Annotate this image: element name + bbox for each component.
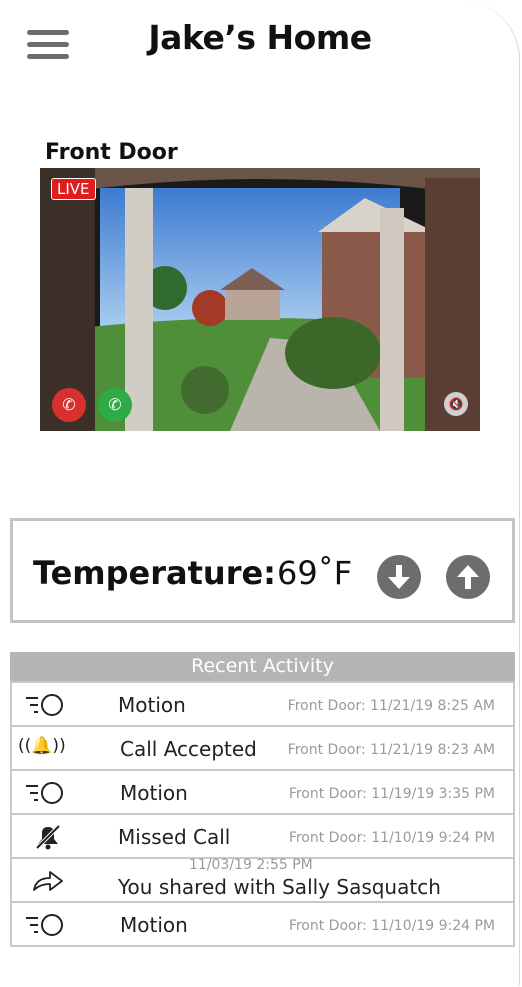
muted-bell-icon — [35, 824, 61, 850]
camera-label: Front Door — [45, 140, 178, 165]
live-badge: LIVE — [51, 178, 96, 200]
motion-icon — [26, 782, 63, 804]
arrow-down-circle-icon — [388, 565, 410, 589]
recent-activity-panel: Recent Activity Motion Front Door: 11/21… — [10, 652, 515, 947]
activity-timestamp: 11/03/19 2:55 PM — [189, 857, 313, 873]
decline-call-button[interactable]: ✆ — [52, 388, 86, 422]
activity-meta: Front Door: 11/10/19 9:24 PM — [288, 918, 495, 934]
temperature-increase-button[interactable] — [446, 555, 490, 599]
ringing-bell-icon: ((🔔)) — [18, 736, 66, 756]
speaker-mute-button[interactable]: 🔇 — [444, 392, 468, 416]
activity-label: Motion — [118, 693, 186, 717]
page-title: Jake’s Home — [148, 18, 372, 57]
activity-label: Missed Call — [118, 825, 231, 849]
activity-row[interactable]: 11/03/19 2:55 PM You shared with Sally S… — [12, 857, 513, 901]
temperature-label: Temperature: — [33, 554, 276, 592]
activity-row[interactable]: ((🔔)) Call Accepted Front Door: 11/21/19… — [12, 725, 513, 769]
activity-row[interactable]: Motion Front Door: 11/21/19 8:25 AM — [12, 681, 513, 725]
thermostat-panel: Temperature: 69˚F — [10, 518, 515, 623]
temperature-decrease-button[interactable] — [377, 555, 421, 599]
activity-row[interactable]: Missed Call Front Door: 11/10/19 9:24 PM — [12, 813, 513, 857]
activity-meta: Front Door: 11/19/19 3:35 PM — [288, 786, 495, 802]
share-icon — [33, 871, 63, 891]
live-video-feed[interactable]: LIVE ✆ ✆ 🔇 — [40, 168, 480, 431]
activity-label: Motion — [120, 913, 188, 937]
activity-meta: Front Door: 11/21/19 8:25 AM — [287, 698, 495, 714]
recent-activity-header: Recent Activity — [10, 652, 515, 681]
activity-label: Motion — [120, 781, 188, 805]
activity-meta: Front Door: 11/21/19 8:23 AM — [287, 742, 495, 758]
motion-icon — [26, 914, 63, 936]
activity-label: Call Accepted — [120, 737, 257, 761]
activity-row[interactable]: Motion Front Door: 11/10/19 9:24 PM — [12, 901, 513, 945]
accept-call-icon: ✆ — [108, 395, 122, 414]
speaker-mute-icon: 🔇 — [448, 397, 464, 411]
activity-meta: Front Door: 11/10/19 9:24 PM — [288, 830, 495, 846]
activity-label: You shared with Sally Sasquatch — [118, 875, 441, 899]
motion-icon — [26, 694, 63, 716]
activity-row[interactable]: Motion Front Door: 11/19/19 3:35 PM — [12, 769, 513, 813]
temperature-value: 69˚F — [277, 554, 353, 592]
accept-call-button[interactable]: ✆ — [98, 388, 132, 422]
arrow-up-circle-icon — [457, 565, 479, 589]
decline-call-icon: ✆ — [62, 395, 76, 414]
